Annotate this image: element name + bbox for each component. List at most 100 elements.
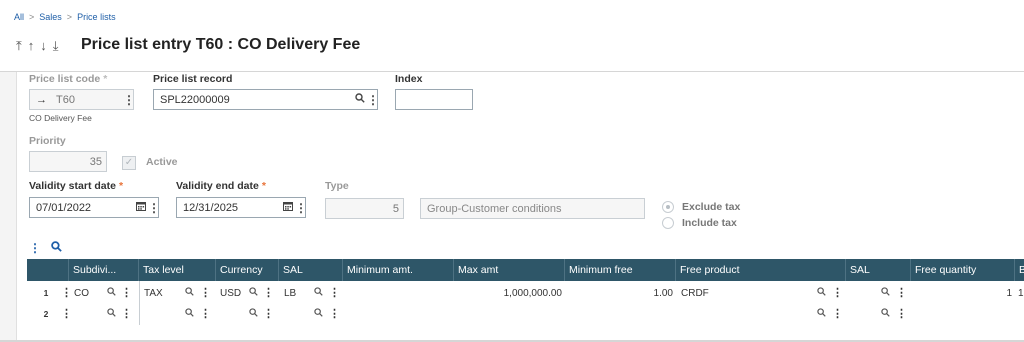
cell-free-quantity[interactable] (911, 304, 1012, 325)
more-vert-icon[interactable]: ⋮ (367, 93, 379, 107)
row-menu-icon[interactable]: ⋮ (61, 283, 72, 304)
more-vert-icon[interactable]: ⋮ (121, 283, 132, 304)
column-subdivision[interactable]: Subdivi... (69, 259, 139, 281)
column-minimum-amt[interactable]: Minimum amt. (343, 259, 454, 281)
more-vert-icon[interactable]: ⋮ (832, 283, 843, 304)
search-icon[interactable] (107, 304, 116, 325)
more-vert-icon[interactable]: ⋮ (263, 304, 274, 325)
cell-minimum-free[interactable]: 1.00 (565, 283, 673, 304)
column-sal[interactable]: SAL (279, 259, 343, 281)
validity-end-field[interactable]: 12/31/2025 ⋮ (176, 197, 307, 218)
price-list-record-value: SPL22000009 (160, 93, 230, 106)
validity-start-field[interactable]: 07/01/2022 ⋮ (29, 197, 160, 218)
search-icon[interactable] (249, 304, 258, 325)
type-field[interactable]: 5 (325, 198, 404, 219)
more-vert-icon[interactable]: ⋮ (121, 304, 132, 325)
last-record-icon[interactable]: ⤓ (53, 38, 59, 54)
table-row[interactable]: 1 ⋮ CO ⋮ TAX ⋮ USD ⋮ LB ⋮ 1,000,000.00 1… (27, 283, 1024, 304)
row-menu-icon[interactable]: ⋮ (61, 304, 72, 325)
search-icon[interactable] (881, 283, 890, 304)
more-vert-icon[interactable]: ⋮ (329, 304, 340, 325)
type-description-field: Group-Customer conditions (420, 198, 645, 219)
row-number: 2 (43, 309, 49, 319)
search-icon[interactable] (817, 283, 826, 304)
index-label: Index (395, 73, 423, 85)
table-row[interactable]: 2 ⋮ ⋮ ⋮ ⋮ ⋮ ⋮ ⋮ (27, 304, 1024, 325)
type-description: Group-Customer conditions (427, 202, 562, 215)
calendar-icon[interactable] (134, 201, 148, 214)
cell-minimum-amt[interactable] (343, 304, 450, 325)
cell-tax-level[interactable]: TAX (144, 283, 163, 304)
column-sal-2[interactable]: SAL (846, 259, 911, 281)
price-list-code-field[interactable]: → T60 ⋮ (29, 89, 135, 110)
search-icon[interactable] (51, 241, 62, 255)
next-record-icon[interactable]: ↓ (40, 38, 47, 54)
index-field[interactable] (395, 89, 473, 110)
previous-record-icon[interactable]: ↑ (28, 38, 35, 54)
validity-start-value: 07/01/2022 (36, 201, 92, 214)
price-list-code-value: T60 (56, 93, 75, 106)
price-list-record-label: Price list record (153, 73, 233, 85)
column-max-amt[interactable]: Max amt (454, 259, 565, 281)
more-vert-icon[interactable]: ⋮ (148, 201, 160, 215)
type-label: Type (325, 180, 349, 192)
column-tax-level[interactable]: Tax level (139, 259, 216, 281)
cell-max-amt[interactable] (454, 304, 562, 325)
column-currency[interactable]: Currency (216, 259, 279, 281)
breadcrumb-price-lists[interactable]: Price lists (77, 12, 116, 22)
priority-value: 35 (89, 155, 102, 168)
type-value: 5 (392, 202, 399, 215)
priority-label: Priority (29, 135, 66, 147)
column-free-product[interactable]: Free product (676, 259, 846, 281)
more-vert-icon[interactable]: ⋮ (896, 283, 907, 304)
row-number: 1 (43, 288, 49, 298)
include-tax-radio[interactable] (662, 217, 674, 229)
more-vert-icon[interactable]: ⋮ (200, 283, 211, 304)
search-icon[interactable] (881, 304, 890, 325)
exclude-tax-label: Exclude tax (682, 201, 741, 213)
checkmark-icon: ✓ (124, 157, 134, 168)
page-header: All > Sales > Price lists ⤒ ↑ ↓ ⤓ Price … (0, 0, 1024, 72)
search-icon[interactable] (314, 304, 323, 325)
breadcrumb-separator: > (66, 12, 73, 22)
search-icon[interactable] (314, 283, 323, 304)
column-minimum-free[interactable]: Minimum free (565, 259, 676, 281)
search-icon[interactable] (249, 283, 258, 304)
more-vert-icon[interactable]: ⋮ (329, 283, 340, 304)
cell-minimum-amt[interactable] (343, 283, 450, 304)
search-icon[interactable] (353, 93, 367, 106)
arrow-right-icon[interactable]: → (36, 94, 52, 106)
exclude-tax-radio[interactable] (662, 201, 674, 213)
more-vert-icon[interactable]: ⋮ (29, 241, 41, 255)
cell-minimum-free[interactable] (565, 304, 673, 325)
active-label: Active (146, 156, 178, 168)
more-vert-icon[interactable]: ⋮ (263, 283, 274, 304)
more-vert-icon[interactable]: ⋮ (123, 93, 135, 107)
search-icon[interactable] (817, 304, 826, 325)
breadcrumb-sales[interactable]: Sales (39, 12, 62, 22)
active-checkbox[interactable]: ✓ (122, 156, 136, 170)
first-record-icon[interactable]: ⤒ (16, 38, 22, 54)
more-vert-icon[interactable]: ⋮ (295, 201, 307, 215)
column-b[interactable]: B (1015, 259, 1024, 281)
cell-free-quantity[interactable]: 1 (911, 283, 1012, 304)
priority-field[interactable]: 35 (29, 151, 107, 172)
search-icon[interactable] (107, 283, 116, 304)
cell-subdivision[interactable]: CO (74, 283, 89, 304)
price-list-code-label: Price list code * (29, 73, 108, 85)
cell-currency[interactable]: USD (220, 283, 241, 304)
more-vert-icon[interactable]: ⋮ (896, 304, 907, 325)
cell-b[interactable]: 1 (1018, 283, 1024, 304)
column-free-quantity[interactable]: Free quantity (911, 259, 1015, 281)
more-vert-icon[interactable]: ⋮ (832, 304, 843, 325)
cell-free-product[interactable]: CRDF (681, 283, 709, 304)
search-icon[interactable] (185, 304, 194, 325)
price-list-grid: Subdivi... Tax level Currency SAL Minimu… (27, 259, 1024, 325)
breadcrumb-all[interactable]: All (14, 12, 24, 22)
search-icon[interactable] (185, 283, 194, 304)
calendar-icon[interactable] (281, 201, 295, 214)
more-vert-icon[interactable]: ⋮ (200, 304, 211, 325)
cell-sal[interactable]: LB (284, 283, 296, 304)
cell-max-amt[interactable]: 1,000,000.00 (454, 283, 562, 304)
price-list-record-field[interactable]: SPL22000009 ⋮ (153, 89, 379, 110)
